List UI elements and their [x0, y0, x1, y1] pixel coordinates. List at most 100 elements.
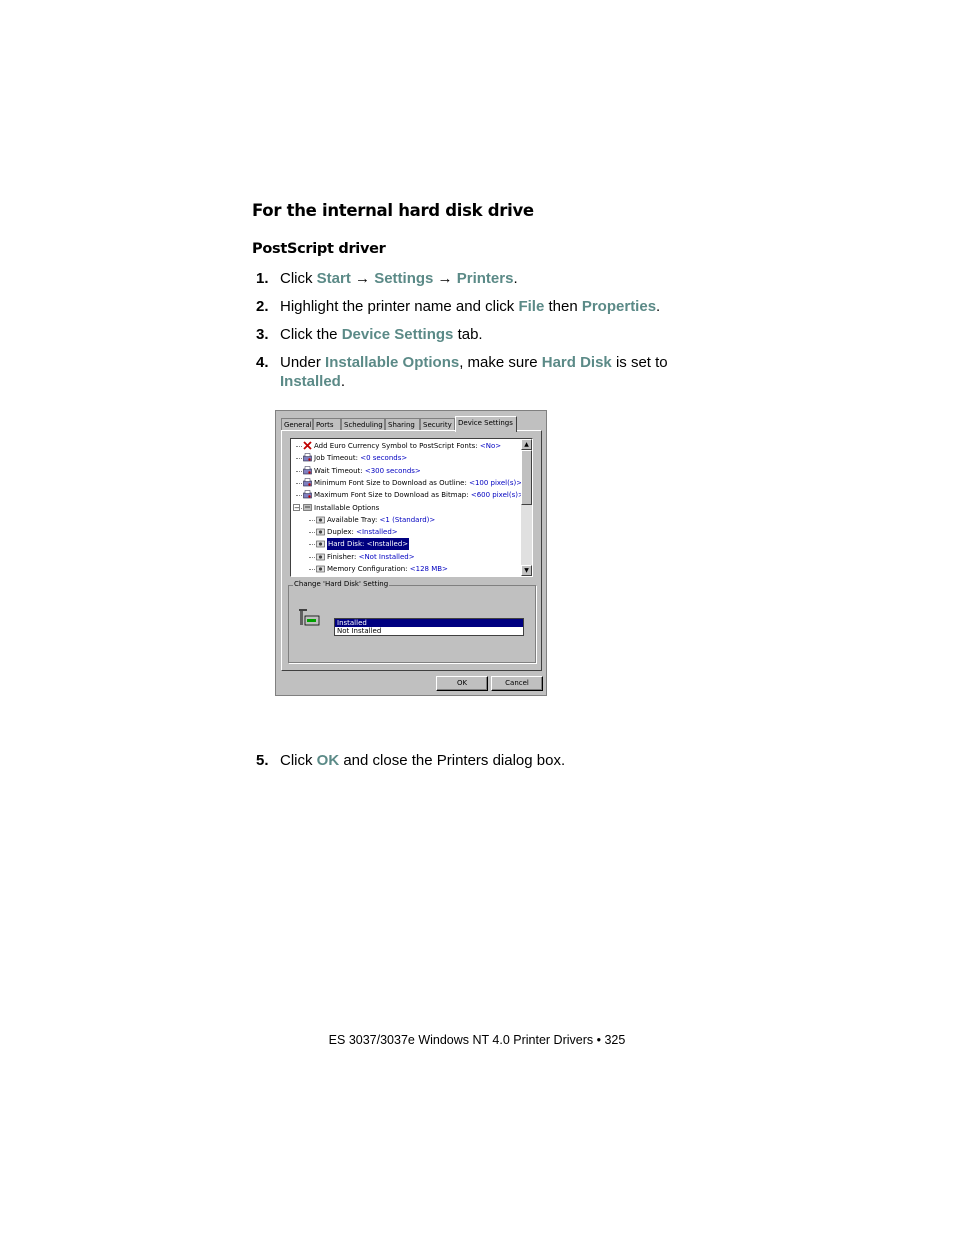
tree-row[interactable]: − Installable Options — [291, 502, 521, 514]
setting-name: Duplex: — [327, 528, 357, 537]
step-text-part: tab. — [453, 326, 483, 343]
tree-connector — [309, 544, 315, 546]
setting-value: <100 pixel(s)> — [469, 478, 523, 487]
tree-row[interactable]: Available Tray: <1 (Standard)> — [291, 514, 521, 526]
step-text: Click the Device Settings tab. — [280, 325, 710, 344]
printer-settings-icon — [303, 490, 312, 499]
step-keyword: Device Settings — [341, 326, 454, 343]
tree-row[interactable]: Job Timeout: <0 seconds> — [291, 452, 521, 464]
option-listbox[interactable]: Installed Not Installed — [334, 618, 524, 636]
step-text-part: Click — [280, 270, 317, 287]
step-text-part: and close the Printers dialog box. — [339, 752, 566, 769]
step-text: Under Installable Options, make sure Har… — [280, 353, 710, 391]
scroll-thumb[interactable] — [521, 450, 532, 505]
option-gear-icon — [316, 515, 325, 524]
scroll-down-arrow-icon[interactable]: ▼ — [521, 565, 532, 576]
step-text-part: is set to — [611, 354, 668, 371]
setting-name: Finisher: — [327, 552, 359, 561]
step-keyword: Settings — [374, 270, 434, 287]
setting-value: <0 seconds> — [360, 454, 408, 463]
tree-row[interactable]: Wait Timeout: <300 seconds> — [291, 465, 521, 477]
tree-row[interactable]: Maximum Font Size to Download as Bitmap:… — [291, 489, 524, 501]
printer-properties-dialog: General Ports Scheduling Sharing Securit… — [275, 410, 547, 696]
setting-name: Installable Options — [314, 503, 380, 512]
tree-row[interactable]: Hard Disk: <Installed> — [291, 538, 521, 551]
ok-button[interactable]: OK — [436, 676, 488, 691]
setting-value: <Installed> — [366, 540, 409, 549]
printer-settings-icon — [303, 478, 312, 487]
tree-row-label: Memory Configuration: <128 MB> — [327, 563, 448, 575]
tree-row[interactable]: Memory Configuration: <128 MB> — [291, 563, 521, 575]
page-footer: ES 3037/3037e Windows NT 4.0 Printer Dri… — [328, 1033, 626, 1047]
setting-value: <128 MB> — [409, 565, 448, 573]
step-text-part: , make sure — [459, 354, 542, 371]
step-text-part: Highlight the printer name and click — [280, 298, 519, 315]
tree-row-label: Add Euro Currency Symbol to PostScript F… — [314, 440, 501, 452]
setting-value: <Installed> — [356, 528, 398, 537]
setting-name: Maximum Font Size to Download as Bitmap: — [314, 491, 471, 500]
cancel-button[interactable]: Cancel — [491, 676, 543, 691]
section-subheading: PostScript driver — [252, 241, 386, 257]
tree-row[interactable]: Add Euro Currency Symbol to PostScript F… — [291, 440, 521, 452]
step-keyword: File — [518, 298, 545, 315]
tree-row-label: Installable Options — [314, 502, 379, 514]
tree-connector — [296, 482, 302, 484]
red-x-icon — [303, 441, 312, 450]
tree-row[interactable]: Finisher: <Not Installed> — [291, 551, 521, 563]
setting-name: Wait Timeout: — [314, 466, 365, 475]
tree-scrollbar[interactable]: ▲ ▼ — [521, 439, 532, 576]
step-text-part: → — [433, 270, 457, 287]
step-text: Click Start → Settings → Printers. — [280, 269, 710, 288]
tree-row-label: Job Timeout: <0 seconds> — [314, 452, 407, 464]
setting-name: Memory Configuration: — [327, 565, 410, 573]
step-text-part: Under — [280, 354, 326, 371]
tree-connector — [296, 470, 302, 472]
option-installed[interactable]: Installed — [335, 619, 523, 627]
tree-connector — [296, 495, 302, 497]
tree-row-label: Wait Timeout: <300 seconds> — [314, 465, 421, 477]
change-setting-group: Change 'Hard Disk' Setting Installed Not… — [288, 580, 536, 663]
tree-row-label: Hard Disk: <Installed> — [327, 538, 410, 551]
device-settings-panel: Add Euro Currency Symbol to PostScript F… — [281, 430, 542, 671]
scroll-up-arrow-icon[interactable]: ▲ — [521, 439, 532, 450]
setting-name: Hard Disk: — [328, 540, 367, 549]
tab-device-settings[interactable]: Device Settings — [455, 416, 517, 432]
tree-connector — [309, 569, 315, 570]
step-text-part: → — [350, 270, 375, 287]
option-gear-icon — [316, 539, 325, 548]
option-gear-icon — [316, 564, 325, 573]
step-text: Click OK and close the Printers dialog b… — [280, 751, 710, 770]
setting-name: Add Euro Currency Symbol to PostScript F… — [314, 442, 480, 450]
option-not-installed[interactable]: Not Installed — [335, 627, 523, 635]
setting-value: <600 pixel(s)> — [470, 491, 524, 500]
step-keyword: Installable Options — [325, 354, 460, 371]
tree-row-label: Minimum Font Size to Download as Outline… — [314, 477, 522, 489]
option-gear-icon — [316, 552, 325, 561]
setting-value: <1 (Standard)> — [379, 515, 436, 524]
group-title: Change 'Hard Disk' Setting — [293, 580, 390, 588]
tree-connector — [309, 532, 315, 534]
step-number: 5. — [256, 752, 269, 769]
setting-name: Available Tray: — [327, 515, 380, 524]
step-keyword: Installed — [280, 373, 341, 390]
step-text-part: . — [656, 298, 661, 315]
step-number: 3. — [256, 326, 269, 343]
setting-value: <Not Installed> — [358, 552, 415, 561]
option-gear-icon — [316, 527, 325, 536]
step-text-part: . — [513, 270, 518, 287]
tree-connector — [309, 519, 315, 521]
tree-row[interactable]: Minimum Font Size to Download as Outline… — [291, 477, 522, 489]
step-text-part: Click the — [280, 326, 342, 343]
collapse-toggle-icon[interactable]: − — [293, 503, 300, 511]
step-text-part: then — [544, 298, 582, 315]
step-text-part: . — [340, 373, 346, 390]
options-folder-icon — [303, 503, 312, 512]
step-number: 4. — [256, 354, 269, 371]
tree-row[interactable]: Duplex: <Installed> — [291, 526, 521, 538]
tree-row-label: Available Tray: <1 (Standard)> — [327, 514, 435, 526]
step-keyword: OK — [316, 752, 340, 769]
tree-row-label: Duplex: <Installed> — [327, 526, 398, 538]
step-number: 1. — [256, 270, 269, 287]
tab-strip: General Ports Scheduling Sharing Securit… — [281, 416, 543, 432]
printer-settings-icon — [303, 453, 312, 462]
